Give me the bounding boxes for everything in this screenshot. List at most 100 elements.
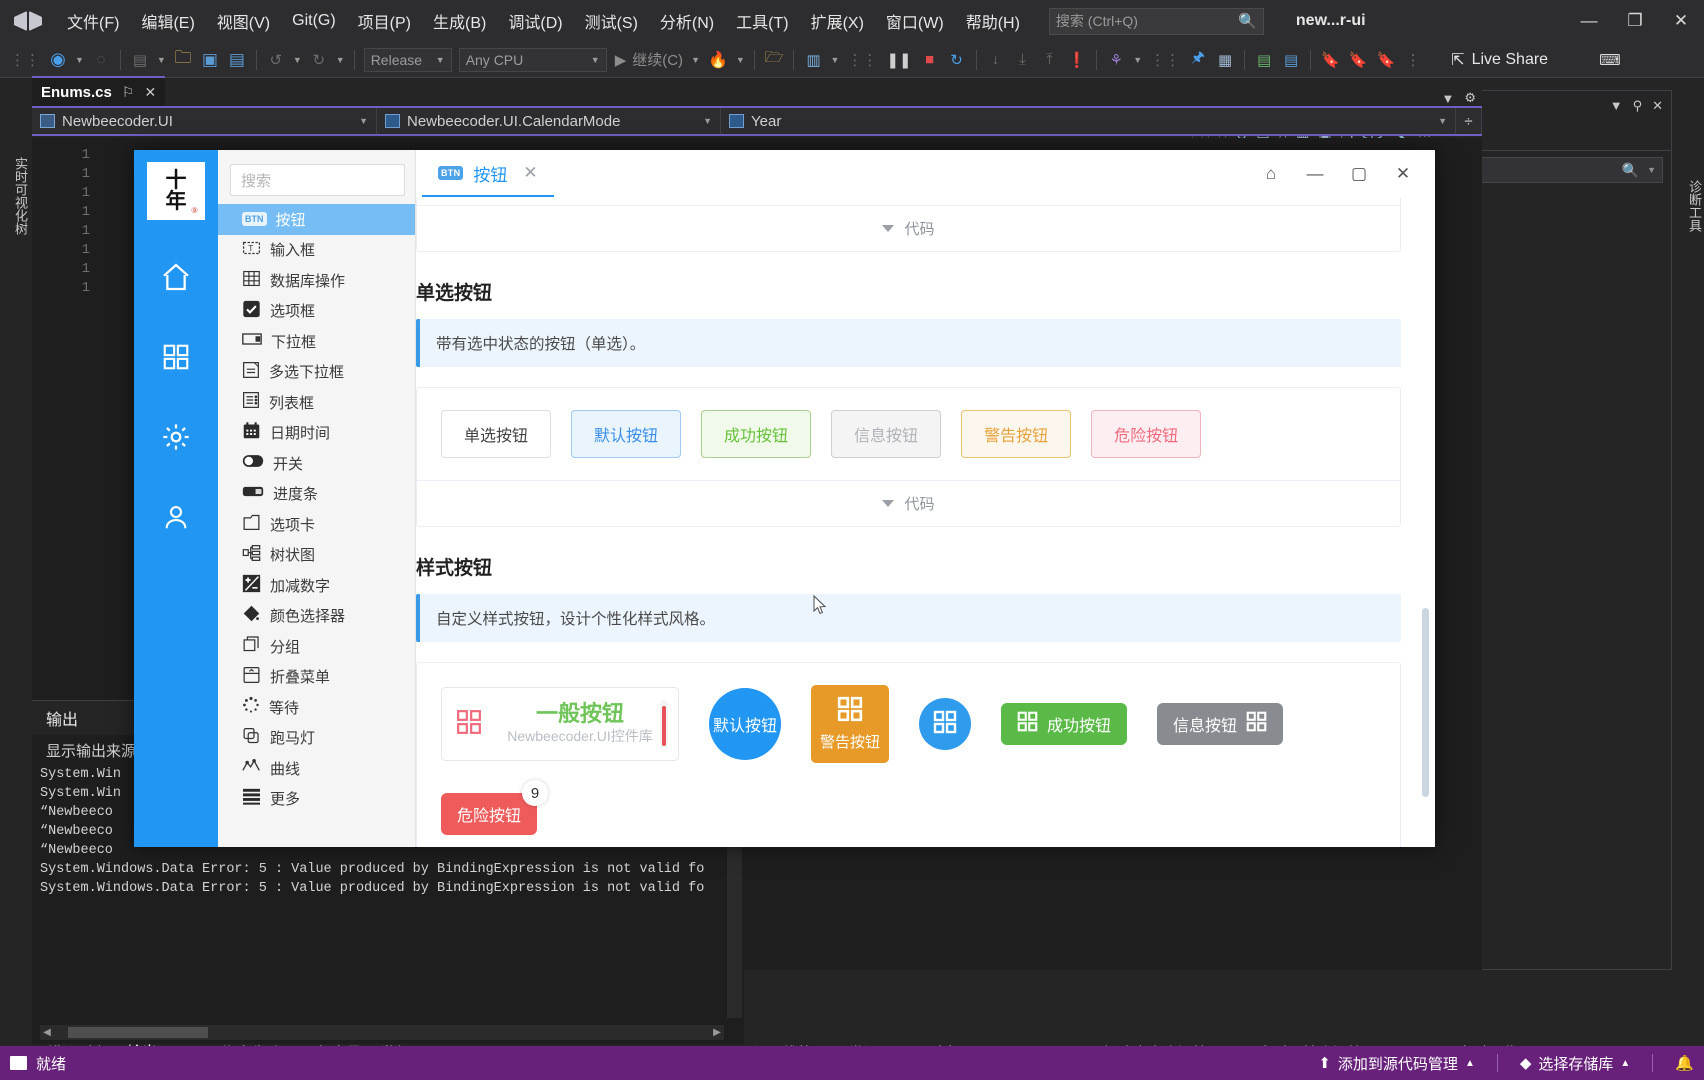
outdent-icon[interactable]: ▤ (1278, 45, 1304, 75)
sidebar-item-tabs[interactable]: 选项卡 (218, 509, 415, 540)
scroll-right-icon[interactable]: ▶ (710, 1027, 724, 1038)
style-button-danger[interactable]: 危险按钮 9 (441, 793, 537, 835)
minimize-icon[interactable]: — (1295, 154, 1335, 194)
sidebar-item-more[interactable]: 更多 (218, 784, 415, 815)
save-all-icon[interactable]: ▤ (224, 45, 250, 75)
step-out-icon[interactable]: ⤒ (1037, 45, 1063, 75)
chevron-down-icon[interactable]: ▼ (1441, 91, 1454, 106)
hot-reload-icon[interactable]: 🔥 (704, 45, 732, 75)
tab-button[interactable]: BTN 按钮 ✕ (422, 151, 554, 197)
close-icon[interactable]: ✕ (1652, 98, 1663, 114)
navigate-forward-icon[interactable]: ◌ (88, 45, 114, 75)
radio-button-default[interactable]: 单选按钮 (441, 410, 551, 458)
save-icon[interactable]: ▣ (197, 45, 223, 75)
menu-debug[interactable]: 调试(D) (497, 3, 573, 39)
apps-icon[interactable] (149, 330, 203, 384)
newbeecoder-ui-demo-window[interactable]: 十 年 ⑨ 搜索 (134, 150, 1435, 847)
vs-search-box[interactable]: 搜索 (Ctrl+Q) 🔍 (1049, 8, 1264, 35)
style-button-general[interactable]: 一般按钮 Newbeecoder.UI控件库 (441, 687, 679, 761)
menu-file[interactable]: 文件(F) (56, 3, 130, 39)
app-content-scroll[interactable]: 代码 单选按钮 带有选中状态的按钮（单选）。 单选按钮 默认按钮 成功按钮 信息… (416, 198, 1435, 847)
redo-icon[interactable]: ↻ (306, 45, 332, 75)
undo-icon[interactable]: ↺ (263, 45, 289, 75)
undo-caret-icon[interactable]: ▼ (290, 55, 305, 65)
live-visual-tree-caret-icon[interactable]: ▼ (827, 55, 842, 65)
style-button-circle-primary[interactable]: 默认按钮 (709, 688, 781, 760)
sidebar-item-marquee[interactable]: 跑马灯 (218, 723, 415, 754)
menu-git[interactable]: Git(G) (281, 6, 347, 36)
new-project-icon[interactable]: ▤ (127, 45, 153, 75)
sidebar-item-multiselect[interactable]: 多选下拉框 (218, 357, 415, 388)
pin-icon[interactable]: ⚐ (122, 84, 135, 101)
toolbar-dots-icon[interactable]: ⋮⋮ (843, 45, 881, 75)
code-toggle-row[interactable]: 代码 (417, 205, 1400, 251)
menu-help[interactable]: 帮助(H) (955, 3, 1031, 39)
step-extra-icon[interactable]: ❗ (1064, 45, 1091, 75)
menu-edit[interactable]: 编辑(E) (130, 3, 205, 39)
chevron-down-icon[interactable]: ▼ (1610, 98, 1623, 114)
sidebar-item-datetime[interactable]: 日期时间 (218, 418, 415, 449)
component-search-input[interactable]: 搜索 (230, 164, 405, 196)
select-element-icon[interactable]: 🖈 (1185, 45, 1211, 75)
gear-icon[interactable] (149, 410, 203, 464)
radio-button-info[interactable]: 信息按钮 (831, 410, 941, 458)
navbar-split-icon[interactable]: ÷ (1456, 108, 1482, 134)
redo-caret-icon[interactable]: ▼ (333, 55, 348, 65)
home-icon[interactable] (149, 250, 203, 304)
style-button-circle-icon-only[interactable] (919, 698, 971, 750)
navbar-type-combo[interactable]: Newbeecoder.UI.CalendarMode ▼ (377, 108, 721, 134)
navigate-back-caret-icon[interactable]: ▼ (72, 55, 87, 65)
scrollbar-thumb[interactable] (1422, 608, 1429, 797)
toolbar-dots-icon[interactable]: ⋮⋮ (1146, 45, 1184, 75)
menu-extensions[interactable]: 扩展(X) (800, 3, 875, 39)
maximize-icon[interactable]: ❐ (1612, 0, 1658, 42)
bookmark-prev-icon[interactable]: 🔖 (1345, 45, 1372, 75)
code-toggle-row[interactable]: 代码 (417, 480, 1400, 526)
live-visual-tree-icon[interactable]: ▥ (800, 45, 826, 75)
bookmark-next-icon[interactable]: 🔖 (1372, 45, 1399, 75)
menu-window[interactable]: 窗口(W) (875, 3, 955, 39)
sidebar-item-loading[interactable]: 等待 (218, 692, 415, 723)
side-tab-live-visual-tree[interactable]: 实时可视化树 (0, 86, 30, 296)
sidebar-item-datagrid[interactable]: 数据库操作 (218, 265, 415, 296)
app-content-scrollbar[interactable] (1422, 162, 1429, 837)
stop-icon[interactable]: ■ (917, 45, 943, 75)
sidebar-item-numeric[interactable]: 加减数字 (218, 570, 415, 601)
open-file-icon[interactable]: 🗀 (170, 45, 196, 75)
xaml-tree-icon[interactable]: ▦ (1212, 45, 1238, 75)
menu-analyze[interactable]: 分析(N) (649, 3, 725, 39)
radio-button-primary[interactable]: 默认按钮 (571, 410, 681, 458)
radio-button-success[interactable]: 成功按钮 (701, 410, 811, 458)
theme-icon[interactable]: ⌂ (1251, 154, 1291, 194)
sidebar-item-listbox[interactable]: 列表框 (218, 387, 415, 418)
status-source-control[interactable]: ⬆ 添加到源代码管理 ▲ (1318, 1053, 1475, 1074)
close-icon[interactable]: ✕ (523, 163, 537, 183)
restart-icon[interactable]: ↻ (944, 45, 970, 75)
sidebar-item-textbox[interactable]: T 输入框 (218, 235, 415, 266)
sidebar-item-progressbar[interactable]: 进度条 (218, 479, 415, 510)
step-over-icon[interactable]: ⤓ (1010, 45, 1036, 75)
navbar-project-combo[interactable]: Newbeecoder.UI ▼ (32, 108, 377, 134)
platform-combo[interactable]: Any CPU ▼ (459, 48, 607, 72)
sidebar-item-toggle[interactable]: 开关 (218, 448, 415, 479)
style-button-square-warning[interactable]: 警告按钮 (811, 685, 889, 763)
navigate-back-icon[interactable]: ◉ (45, 45, 71, 75)
sidebar-item-chart[interactable]: 曲线 (218, 753, 415, 784)
build-configuration-combo[interactable]: Release ▼ (364, 48, 452, 72)
navbar-member-combo[interactable]: Year ▼ (721, 108, 1456, 134)
toolbar-overflow-icon[interactable]: ⋮⋮ (6, 45, 44, 75)
pin-icon[interactable]: ⚲ (1633, 98, 1643, 114)
close-icon[interactable]: ✕ (144, 84, 156, 101)
user-icon[interactable] (149, 490, 203, 544)
status-repository[interactable]: ◆ 选择存储库 ▲ (1520, 1053, 1630, 1074)
minimize-icon[interactable]: — (1566, 0, 1612, 42)
close-icon[interactable]: ✕ (1658, 0, 1704, 42)
thread-icon[interactable]: ⚘ (1103, 45, 1129, 75)
new-project-caret-icon[interactable]: ▼ (154, 55, 169, 65)
sidebar-item-combobox[interactable]: 下拉框 (218, 326, 415, 357)
thread-caret-icon[interactable]: ▼ (1130, 55, 1145, 65)
feedback-icon[interactable]: ⌨ (1595, 45, 1625, 75)
gear-icon[interactable]: ⚙ (1464, 90, 1476, 106)
notification-bell-icon[interactable]: 🔔 (1675, 1054, 1694, 1072)
sidebar-item-button[interactable]: BTN 按钮 (218, 204, 415, 235)
